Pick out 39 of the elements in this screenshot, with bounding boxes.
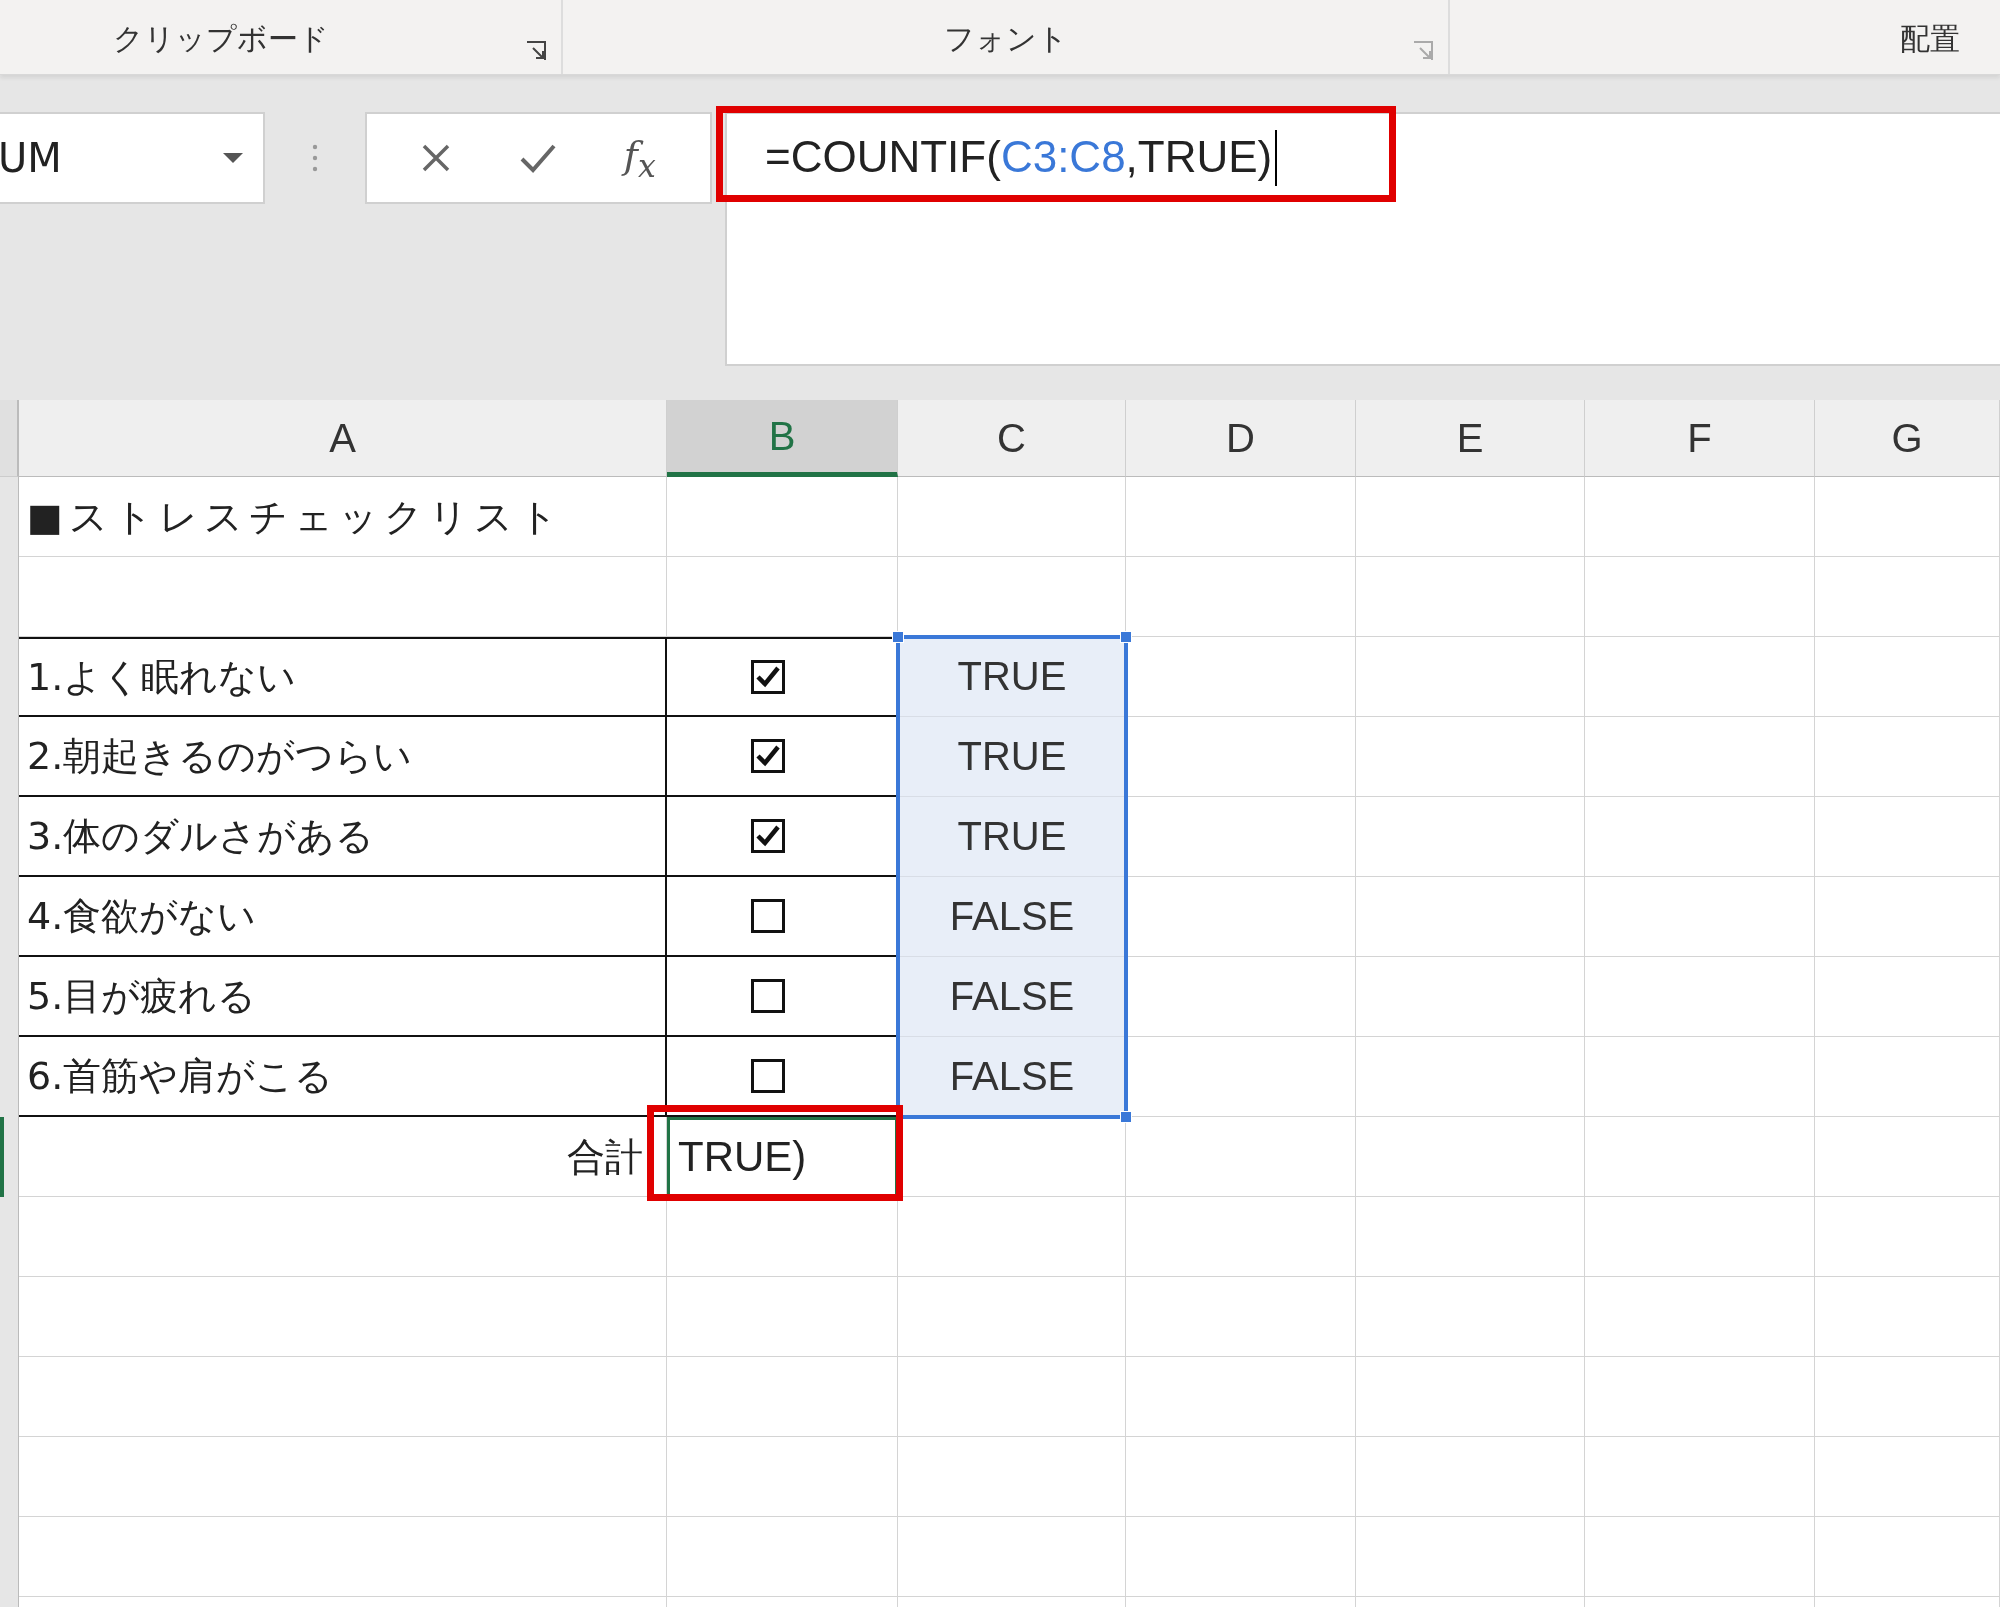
selection-handle[interactable] [892, 631, 904, 643]
dialog-launcher-icon[interactable] [525, 40, 547, 62]
table-cell: 3.体のダルさがある [19, 797, 667, 877]
formula-text: =COUNTIF( [765, 132, 1001, 181]
table-cell: 5.目が疲れる [19, 957, 667, 1037]
active-cell-input[interactable]: TRUE) [667, 1117, 898, 1197]
table-cell: 4.食欲がない [19, 877, 667, 957]
checkbox[interactable] [750, 660, 785, 694]
table-cell: FALSE [898, 957, 1126, 1037]
checkbox[interactable] [750, 1059, 785, 1093]
table-cell: 6.首筋や肩がこる [19, 1037, 667, 1117]
ribbon-group-label: クリップボード [112, 20, 329, 58]
table-cell: TRUE [898, 717, 1126, 797]
cancel-icon[interactable] [421, 143, 452, 173]
caret-icon [223, 153, 243, 163]
ribbon-group-label: 配置 [1900, 20, 1960, 58]
table-cell: FALSE [898, 1037, 1126, 1117]
checkbox[interactable] [750, 819, 785, 853]
text-cursor [1275, 130, 1278, 186]
checkbox[interactable] [750, 739, 785, 773]
table-cell: TRUE [898, 637, 1126, 717]
column-header[interactable]: B [667, 400, 898, 477]
sheet-title: ■ストレスチェックリスト [26, 493, 565, 541]
table-cell: FALSE [898, 877, 1126, 957]
vertical-dots-icon[interactable] [312, 143, 318, 173]
insert-function-button[interactable]: f$_{x}$ [623, 132, 656, 184]
formula-text: ,TRUE) [1125, 132, 1273, 181]
total-label: 合計 [567, 1133, 643, 1181]
table-cell: TRUE [898, 797, 1126, 877]
selection-handle[interactable] [1120, 631, 1132, 643]
fill-handle[interactable] [1120, 1111, 1132, 1123]
ribbon-group-label: フォント [943, 20, 1068, 58]
table-cell: 1.よく眠れない [19, 637, 667, 717]
table-cell: 2.朝起きるのがつらい [19, 717, 667, 797]
checkbox[interactable] [750, 899, 785, 933]
formula-text: C3:C8 [1000, 132, 1126, 181]
checkmark-icon[interactable] [519, 143, 556, 173]
name-box[interactable]: UM [0, 112, 265, 204]
checkbox[interactable] [750, 979, 785, 1013]
